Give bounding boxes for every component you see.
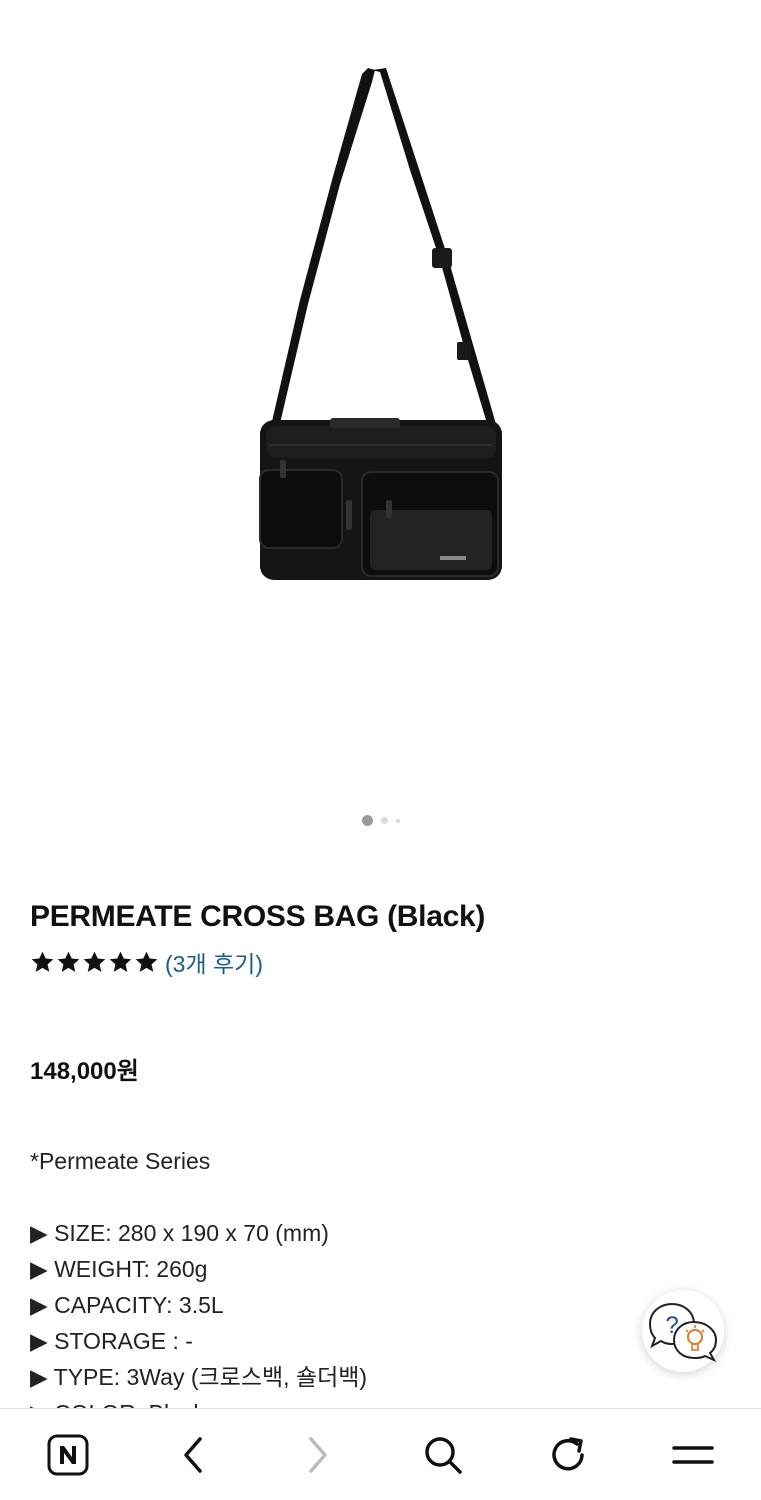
gallery-dot-active[interactable] <box>361 815 373 826</box>
star-icon <box>31 951 54 972</box>
back-button[interactable] <box>148 1420 238 1490</box>
star-icon <box>57 951 80 972</box>
naver-home-icon <box>47 1434 89 1475</box>
spec-line: ▶ CAPACITY: 3.5L <box>30 1292 224 1318</box>
forward-button[interactable] <box>273 1420 363 1490</box>
star-rating <box>30 950 159 975</box>
star-icon <box>83 951 106 972</box>
spec-line: ▶ STORAGE : - <box>30 1328 193 1354</box>
search-button[interactable] <box>398 1420 488 1490</box>
menu-button[interactable] <box>648 1420 738 1490</box>
spec-line: ▶ TYPE: 3Way (크로스백, 숄더백) <box>30 1364 368 1390</box>
browser-bottom-bar <box>0 1408 761 1500</box>
product-info: PERMEATE CROSS BAG (Black) (3개 후기) 148,0… <box>30 895 730 1431</box>
star-icon <box>109 951 132 972</box>
gallery-dot[interactable] <box>395 818 400 823</box>
product-series: *Permeate Series <box>30 1148 211 1174</box>
help-chat-icon: ? <box>648 1302 718 1362</box>
search-icon <box>425 1436 462 1474</box>
menu-icon <box>671 1445 714 1464</box>
product-title: PERMEATE CROSS BAG (Black) <box>30 900 486 933</box>
reviews-link[interactable]: (3개 후기) <box>165 945 263 979</box>
gallery-dot[interactable] <box>380 817 388 824</box>
refresh-button[interactable] <box>523 1420 613 1490</box>
chevron-right-icon <box>309 1436 327 1473</box>
spec-line: ▶ WEIGHT: 260g <box>30 1256 208 1282</box>
refresh-icon <box>552 1436 584 1470</box>
product-image-gallery[interactable] <box>0 0 761 850</box>
product-specs: ▶ SIZE: 280 x 190 x 70 (mm) ▶ WEIGHT: 26… <box>30 1215 730 1431</box>
product-price: 148,000원 <box>30 1058 139 1085</box>
gallery-pagination <box>0 815 761 826</box>
help-chat-button[interactable]: ? <box>642 1290 724 1372</box>
product-image-bag[interactable] <box>240 60 520 590</box>
rating-row: (3개 후기) <box>30 945 730 979</box>
spec-line: ▶ SIZE: 280 x 190 x 70 (mm) <box>30 1220 329 1246</box>
chevron-left-icon <box>184 1436 202 1473</box>
star-icon <box>135 951 158 972</box>
home-button[interactable] <box>23 1420 113 1490</box>
